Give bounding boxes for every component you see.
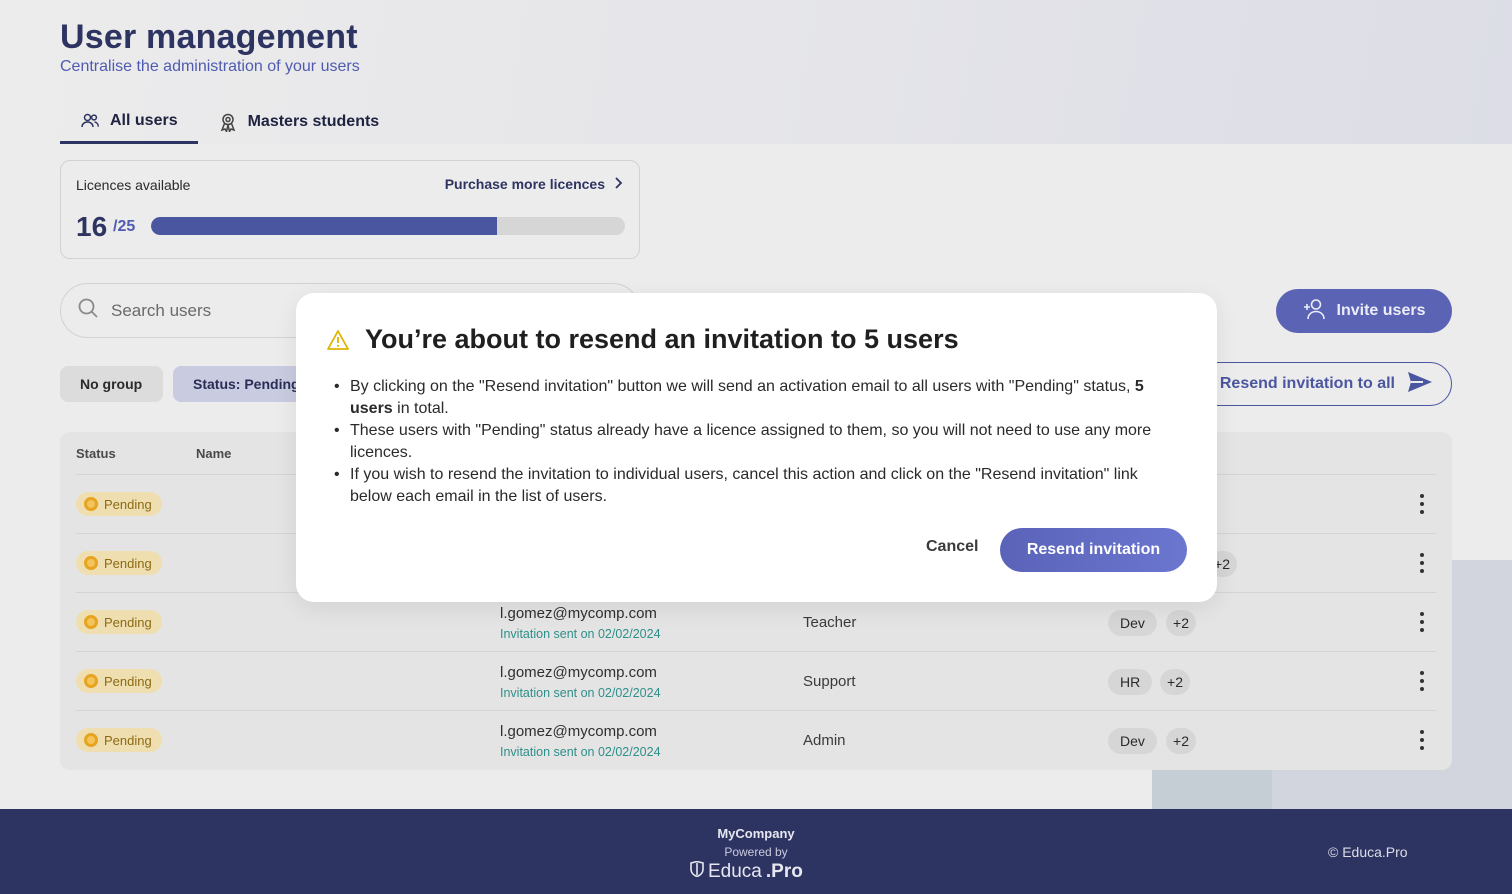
resend-invitation-dialog: You’re about to resend an invitation to … bbox=[296, 293, 1217, 602]
filter-status[interactable]: Status: Pending bbox=[173, 366, 313, 402]
row-menu-button[interactable] bbox=[1416, 550, 1428, 576]
pending-icon bbox=[84, 556, 98, 570]
pending-icon bbox=[84, 733, 98, 747]
search-icon bbox=[77, 297, 99, 324]
award-icon bbox=[218, 112, 238, 132]
more-groups-badge[interactable]: +2 bbox=[1160, 669, 1190, 695]
footer: MyCompany Powered by Educa .Pro © Educa.P… bbox=[0, 809, 1512, 894]
row-menu-button[interactable] bbox=[1416, 491, 1428, 517]
licences-progress-bar bbox=[151, 217, 625, 235]
invitation-sent-text: Invitation sent on 02/02/2024 bbox=[500, 627, 661, 641]
dialog-title: You’re about to resend an invitation to … bbox=[365, 324, 959, 354]
tab-label: All users bbox=[110, 111, 178, 129]
dialog-bullet: If you wish to resend the invitation to … bbox=[334, 464, 1184, 508]
licences-total: /25 bbox=[113, 218, 136, 235]
resend-invitation-button[interactable]: Resend invitation bbox=[1000, 528, 1187, 572]
warning-icon bbox=[327, 329, 349, 351]
shield-icon bbox=[690, 860, 704, 883]
page: User management Centralise the administr… bbox=[0, 0, 1512, 894]
pending-icon bbox=[84, 674, 98, 688]
footer-company: MyCompany bbox=[717, 826, 795, 841]
invitation-sent-text: Invitation sent on 02/02/2024 bbox=[500, 745, 661, 759]
more-groups-badge[interactable]: +2 bbox=[1166, 610, 1196, 636]
cancel-button[interactable]: Cancel bbox=[926, 538, 978, 556]
status-badge: Pending bbox=[76, 669, 162, 693]
status-badge: Pending bbox=[76, 610, 162, 634]
resend-all-label: Resend invitation to all bbox=[1219, 375, 1395, 392]
column-header-status: Status bbox=[76, 446, 116, 461]
dialog-message-list: By clicking on the "Resend invitation" b… bbox=[334, 376, 1184, 508]
column-header-name: Name bbox=[196, 446, 232, 461]
send-icon bbox=[1407, 371, 1433, 398]
page-title: User management bbox=[60, 18, 358, 56]
row-menu-button[interactable] bbox=[1416, 668, 1428, 694]
tab-masters-students[interactable]: Masters students bbox=[198, 100, 400, 144]
row-menu-button[interactable] bbox=[1416, 609, 1428, 635]
status-badge: Pending bbox=[76, 728, 162, 752]
user-email: l.gomez@mycomp.com bbox=[500, 664, 657, 681]
chevron-right-icon bbox=[613, 176, 623, 192]
pending-icon bbox=[84, 615, 98, 629]
licences-label: Licences available bbox=[76, 177, 191, 193]
dialog-bullet: By clicking on the "Resend invitation" b… bbox=[334, 376, 1184, 420]
status-badge: Pending bbox=[76, 551, 162, 575]
tab-label: Masters students bbox=[247, 113, 380, 130]
invite-users-button[interactable]: Invite users bbox=[1276, 289, 1452, 333]
user-role: Teacher bbox=[803, 614, 857, 631]
table-row: Pending l.gomez@mycomp.com Invitation se… bbox=[76, 651, 1436, 710]
invite-users-label: Invite users bbox=[1336, 302, 1426, 319]
footer-copyright: © Educa.Pro bbox=[1328, 844, 1408, 860]
licences-progress-fill bbox=[151, 217, 498, 235]
group-badge: Dev bbox=[1108, 728, 1157, 754]
purchase-licences-label: Purchase more licences bbox=[444, 176, 605, 192]
user-email: l.gomez@mycomp.com bbox=[500, 605, 657, 622]
invitation-sent-text: Invitation sent on 02/02/2024 bbox=[500, 686, 661, 700]
more-groups-badge[interactable]: +2 bbox=[1166, 728, 1196, 754]
licences-used: 16 bbox=[76, 211, 108, 242]
pending-icon bbox=[84, 497, 98, 511]
group-badge: Dev bbox=[1108, 610, 1157, 636]
user-role: Admin bbox=[803, 732, 846, 749]
purchase-licences-link[interactable]: Purchase more licences bbox=[445, 176, 623, 192]
tab-bar: All users Masters students bbox=[60, 100, 399, 144]
licences-card: Licences available Purchase more licence… bbox=[60, 160, 640, 259]
group-badge: HR bbox=[1108, 669, 1153, 695]
page-subtitle: Centralise the administration of your us… bbox=[60, 58, 360, 75]
table-row: Pending l.gomez@mycomp.com Invitation se… bbox=[76, 710, 1436, 769]
dialog-bullet: These users with "Pending" status alread… bbox=[334, 420, 1184, 464]
user-email: l.gomez@mycomp.com bbox=[500, 723, 657, 740]
resend-invitation-to-all-button[interactable]: Resend invitation to all bbox=[1190, 362, 1452, 406]
user-role: Support bbox=[803, 673, 856, 690]
educa-pro-logo: Educa .Pro bbox=[690, 860, 803, 883]
add-user-icon bbox=[1303, 298, 1327, 325]
users-icon bbox=[80, 111, 100, 131]
tab-all-users[interactable]: All users bbox=[60, 100, 198, 144]
status-badge: Pending bbox=[76, 492, 162, 516]
row-menu-button[interactable] bbox=[1416, 727, 1428, 753]
filter-no-group[interactable]: No group bbox=[60, 366, 163, 402]
footer-powered-by: Powered by bbox=[724, 845, 788, 859]
